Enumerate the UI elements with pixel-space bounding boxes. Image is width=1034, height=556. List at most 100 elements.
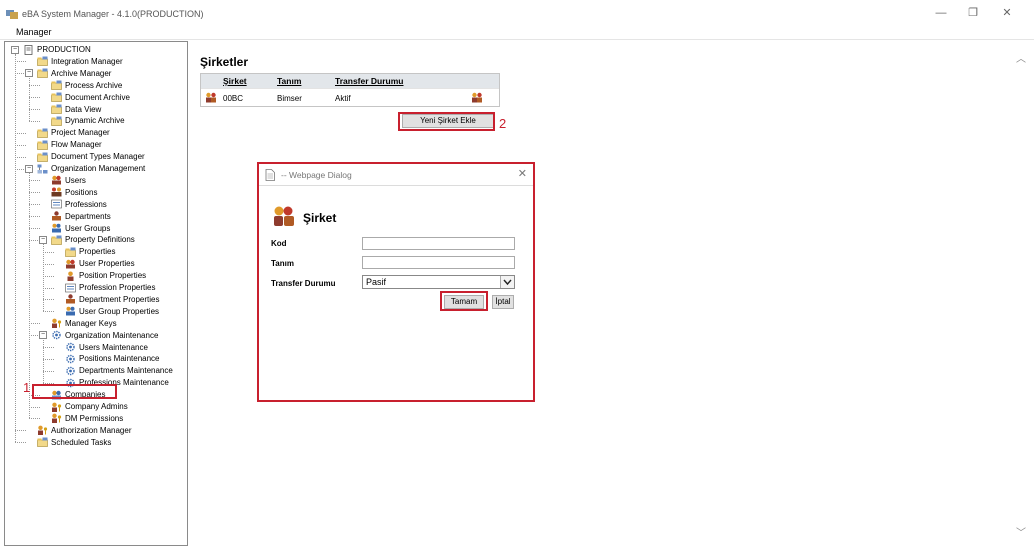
tree-item-label: Properties (79, 247, 116, 257)
column-header-name[interactable]: Tanım (277, 76, 301, 86)
folder-icon (51, 104, 62, 114)
company-large-icon (274, 206, 294, 226)
tree-item[interactable]: Document Archive (51, 92, 130, 103)
tree-item[interactable]: Project Manager (37, 127, 110, 138)
users-icon (66, 259, 75, 269)
tree-connector (43, 251, 54, 253)
person-icon (67, 271, 74, 281)
chevron-down-icon[interactable] (500, 276, 514, 288)
tree-item-label: Position Properties (79, 271, 147, 281)
tree-item-label: Scheduled Tasks (51, 437, 112, 447)
gear-icon (66, 354, 75, 364)
tree-item[interactable]: Departments (51, 211, 111, 222)
tree-connector (43, 299, 54, 301)
folder-icon (37, 56, 48, 67)
tree-connector (29, 97, 40, 99)
company-dialog: -- Webpage Dialog ✕ Şirket Kod Tanım Tra… (257, 162, 535, 402)
tree-item[interactable]: Process Archive (51, 80, 122, 91)
tree-item[interactable]: Professions (51, 199, 107, 210)
tree-item-label: Manager Keys (65, 318, 117, 328)
tree-item-label: Process Archive (65, 80, 123, 90)
tree-item[interactable]: Flow Manager (37, 139, 102, 150)
key-person-icon (52, 402, 62, 412)
collapse-toggle-icon[interactable]: − (39, 331, 47, 340)
tree-item[interactable]: Dynamic Archive (51, 115, 125, 126)
close-button[interactable]: ✕ (996, 5, 1018, 21)
code-field[interactable] (362, 237, 515, 250)
restore-button[interactable]: ❐ (962, 5, 984, 21)
tree-item[interactable]: Company Admins (51, 401, 128, 412)
tree-item[interactable]: Positions Maintenance (65, 353, 160, 364)
scroll-up-icon[interactable]: ︿ (1016, 50, 1026, 65)
tree-item[interactable]: Positions (51, 187, 97, 198)
tree-item-label: Authorization Manager (51, 425, 132, 435)
tree-item-label: Departments Maintenance (79, 366, 173, 376)
collapse-toggle-icon[interactable]: − (25, 164, 33, 173)
scroll-down-icon[interactable]: ﹀ (1016, 524, 1026, 539)
tree-item-label: DM Permissions (65, 413, 124, 423)
professions-icon (51, 199, 62, 209)
navigation-tree[interactable]: − PRODUCTION Integration Manager − Archive M… (4, 41, 188, 546)
highlight-companies (32, 384, 117, 399)
menu-bar: Manager (0, 26, 1034, 40)
tree-item[interactable]: Position Properties (65, 270, 146, 281)
tree-item[interactable]: Document Types Manager (37, 151, 145, 162)
tree-item[interactable]: Data View (51, 104, 101, 115)
user-groups-icon (66, 307, 75, 316)
highlight-add-company (398, 112, 495, 131)
tree-item[interactable]: PRODUCTION (23, 44, 91, 55)
edit-company-icon[interactable] (471, 92, 483, 103)
server-icon (24, 44, 33, 55)
tree-item[interactable]: Manager Keys (51, 318, 117, 329)
company-row-icon (206, 92, 216, 103)
tree-connector (15, 430, 26, 432)
collapse-toggle-icon[interactable]: − (39, 235, 47, 244)
tree-connector (15, 144, 26, 146)
table-row[interactable]: 00BC Bimser Aktif (201, 88, 499, 106)
window-title: eBA System Manager - 4.1.0(PRODUCTION) (22, 9, 204, 19)
transfer-status-select[interactable]: Pasif (362, 275, 515, 289)
tree-item-label: Users Maintenance (79, 342, 148, 352)
column-header-transfer-status[interactable]: Transfer Durumu (335, 76, 404, 86)
folder-icon (65, 247, 76, 257)
collapse-toggle-icon[interactable]: − (11, 45, 19, 54)
collapse-toggle-icon[interactable]: − (25, 69, 33, 78)
tree-item[interactable]: Properties (65, 246, 115, 257)
positions-icon (51, 187, 62, 197)
tree-item[interactable]: Authorization Manager (37, 425, 132, 436)
minimize-button[interactable]: — (930, 5, 952, 21)
tree-item[interactable]: Integration Manager (37, 56, 123, 67)
tree-item[interactable]: Department Properties (65, 294, 159, 305)
tree-item[interactable]: Profession Properties (65, 282, 155, 293)
name-field[interactable] (362, 256, 515, 269)
tree-connector (15, 132, 26, 134)
tree-item[interactable]: Archive Manager (37, 68, 111, 79)
tree-item[interactable]: Departments Maintenance (65, 365, 173, 376)
title-bar: eBA System Manager - 4.1.0(PRODUCTION) —… (0, 0, 1034, 26)
dialog-close-icon[interactable]: ✕ (518, 167, 527, 180)
tree-item[interactable]: Users (51, 175, 86, 186)
tree-item[interactable]: Users Maintenance (65, 342, 148, 353)
tree-connector (29, 192, 40, 194)
transfer-status-value: Pasif (366, 277, 387, 287)
column-header-company[interactable]: Şirket (223, 76, 247, 86)
tree-item[interactable]: Scheduled Tasks (37, 437, 111, 448)
cancel-button[interactable]: İptal (492, 295, 514, 309)
tree-item[interactable]: User Properties (65, 258, 135, 269)
tree-item[interactable]: Organization Management (37, 163, 145, 174)
dialog-title: -- Webpage Dialog (281, 170, 352, 180)
tree-item[interactable]: DM Permissions (51, 413, 123, 424)
tree-item-label: User Properties (79, 259, 135, 269)
menu-manager[interactable]: Manager (16, 27, 52, 37)
tree-item[interactable]: User Groups (51, 223, 110, 234)
tree-connector (43, 311, 54, 313)
annotation-2: 2 (499, 116, 507, 131)
tree-item[interactable]: Organization Maintenance (51, 330, 158, 341)
label-transfer-status: Transfer Durumu (271, 279, 336, 288)
tree-item[interactable]: Property Definitions (51, 234, 135, 245)
folder-icon (37, 68, 48, 79)
gear-icon (66, 366, 75, 375)
tree-item[interactable]: User Group Properties (65, 306, 159, 317)
tree-item-label: Organization Management (51, 164, 146, 173)
tree-item-label: Company Admins (65, 402, 128, 411)
